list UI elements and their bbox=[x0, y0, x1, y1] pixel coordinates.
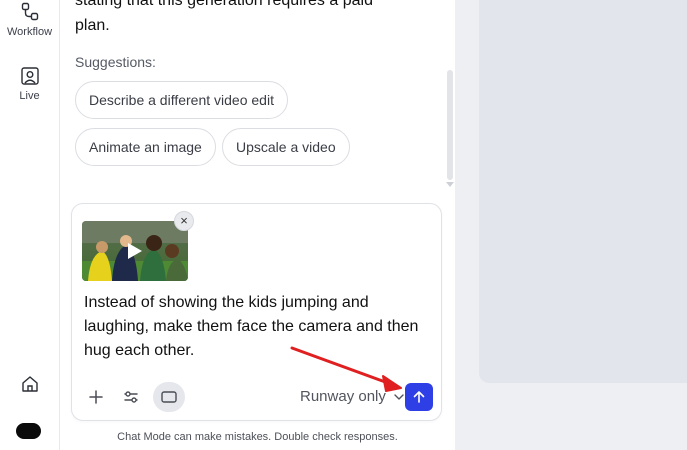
rail-item-live[interactable]: Live bbox=[0, 66, 59, 102]
preview-canvas bbox=[479, 0, 687, 383]
scroll-down-arrow-icon[interactable] bbox=[446, 182, 454, 187]
live-portrait-icon bbox=[20, 67, 39, 85]
play-icon[interactable] bbox=[127, 242, 143, 260]
chevron-down-icon bbox=[394, 394, 404, 400]
assistant-message: stating that this generation requires a … bbox=[75, 0, 395, 38]
rail-label-workflow: Workflow bbox=[6, 26, 53, 38]
message-line-2: plan. bbox=[75, 17, 110, 34]
suggestion-chip-animate-image[interactable]: Animate an image bbox=[75, 128, 216, 166]
remove-attachment-button[interactable]: × bbox=[174, 211, 194, 231]
aspect-ratio-icon bbox=[161, 391, 177, 403]
rail-item-home[interactable] bbox=[0, 374, 59, 394]
suggestions-label: Suggestions: bbox=[75, 54, 156, 70]
suggestion-chip-upscale-video[interactable]: Upscale a video bbox=[222, 128, 350, 166]
model-selector[interactable]: Runway only bbox=[300, 388, 404, 405]
model-selector-label: Runway only bbox=[300, 388, 386, 405]
send-button[interactable] bbox=[405, 383, 433, 411]
attached-video-thumbnail[interactable] bbox=[82, 221, 188, 281]
scrollbar-thumb[interactable] bbox=[447, 70, 453, 180]
left-rail: Workflow Live bbox=[0, 0, 60, 450]
aspect-ratio-button[interactable] bbox=[153, 382, 185, 412]
settings-sliders-button[interactable] bbox=[116, 382, 146, 412]
home-icon bbox=[21, 376, 38, 392]
workflow-icon bbox=[21, 2, 38, 21]
sliders-icon bbox=[124, 391, 138, 403]
rail-label-live: Live bbox=[19, 90, 40, 102]
rail-item-workflow[interactable]: Workflow bbox=[0, 2, 59, 38]
add-attachment-button[interactable] bbox=[81, 382, 111, 412]
plus-icon bbox=[89, 390, 103, 404]
chat-scrollbar[interactable] bbox=[446, 0, 454, 190]
disclaimer-text: Chat Mode can make mistakes. Double chec… bbox=[117, 431, 398, 443]
account-pill[interactable] bbox=[16, 423, 41, 439]
arrow-up-icon bbox=[413, 391, 425, 403]
prompt-composer: × Instead of showing the kids jumping an… bbox=[71, 203, 442, 421]
prompt-textarea[interactable]: Instead of showing the kids jumping and … bbox=[84, 291, 436, 363]
chat-panel: stating that this generation requires a … bbox=[60, 0, 455, 450]
message-line-1: stating that this generation requires a … bbox=[75, 0, 373, 9]
suggestion-chip-describe-edit[interactable]: Describe a different video edit bbox=[75, 81, 288, 119]
